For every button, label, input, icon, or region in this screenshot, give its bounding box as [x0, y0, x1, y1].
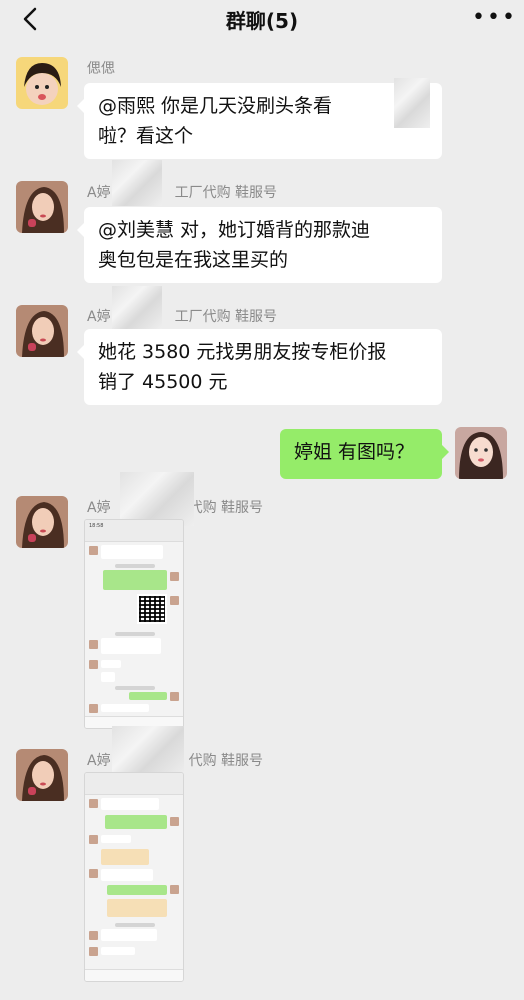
- avatar[interactable]: [16, 496, 68, 548]
- sender-name-prefix: A婷: [87, 309, 111, 325]
- blur-mosaic: [394, 78, 430, 128]
- screenshot-time: 18:58: [89, 523, 104, 529]
- blur-mosaic: [120, 472, 194, 526]
- avatar[interactable]: [16, 749, 68, 801]
- sender-name-prefix: A婷: [87, 753, 111, 769]
- more-button[interactable]: •••: [472, 7, 515, 31]
- avatar[interactable]: [16, 305, 68, 357]
- sender-name-suffix: 工厂代购 鞋服号: [174, 185, 278, 201]
- message-line: @雨熙 你是几天没刷头条看: [98, 95, 333, 117]
- message-line: 奥包包是在我这里买的: [98, 249, 289, 271]
- screenshot-input-bar: [85, 969, 183, 981]
- image-message[interactable]: [84, 772, 184, 982]
- message-bubble-self[interactable]: 婷姐 有图吗？: [280, 429, 449, 479]
- chat-title: 群聊(5): [225, 9, 299, 33]
- top-bar: 群聊(5) •••: [0, 0, 524, 40]
- message-bubble[interactable]: @刘美慧 对，她订婚背的那款迪 奥包包是在我这里买的: [77, 207, 442, 283]
- blur-mosaic: [112, 286, 162, 330]
- message-line: 啦？看这个: [98, 125, 194, 147]
- blur-mosaic: [112, 160, 162, 206]
- sender-name-suffix: 代购 鞋服号: [188, 500, 264, 516]
- image-message[interactable]: 18:58: [84, 519, 184, 729]
- message-line: 她花 3580 元找男朋友按专柜价报: [98, 341, 387, 363]
- sender-name-prefix: A婷: [87, 185, 111, 201]
- more-dots-icon: •••: [472, 5, 517, 30]
- avatar[interactable]: [16, 57, 68, 109]
- avatar[interactable]: [16, 181, 68, 233]
- screenshot-header: [85, 773, 183, 795]
- message-line: 销了 45500 元: [98, 371, 228, 393]
- message-line: 婷姐 有图吗？: [294, 441, 415, 463]
- blur-mosaic: [112, 726, 184, 778]
- sender-name-suffix: 代购 鞋服号: [188, 753, 264, 769]
- sender-name-prefix: A婷: [87, 500, 111, 516]
- message-line: @刘美慧 对，她订婚背的那款迪: [98, 219, 371, 241]
- self-avatar[interactable]: [455, 427, 507, 479]
- sender-name-suffix: 工厂代购 鞋服号: [174, 309, 278, 325]
- message-bubble[interactable]: @雨熙 你是几天没刷头条看 啦？看这个: [77, 83, 442, 159]
- message-bubble[interactable]: 她花 3580 元找男朋友按专柜价报 销了 45500 元: [77, 329, 442, 405]
- sender-name: 偲偲: [87, 61, 115, 77]
